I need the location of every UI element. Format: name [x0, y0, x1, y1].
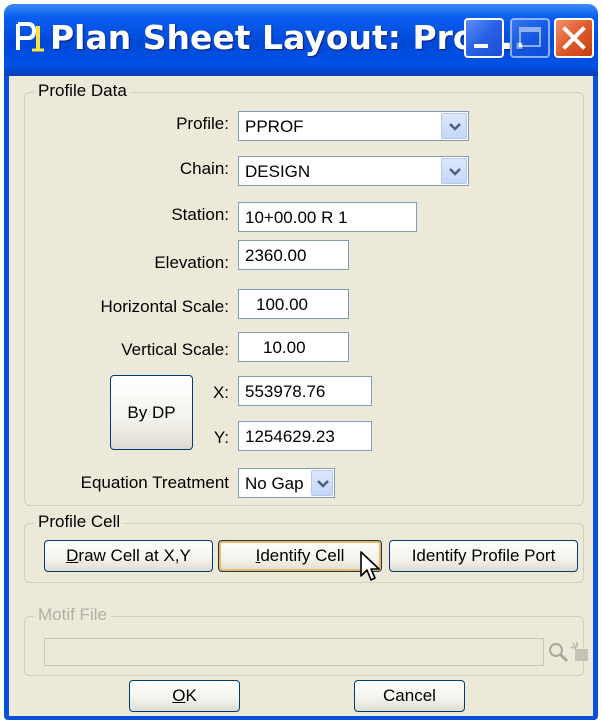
- mouse-pointer-icon: [360, 551, 380, 581]
- dialog-body: Profile Data Profile: PPROF Chain: DESIG…: [9, 76, 593, 716]
- horizontal-scale-field[interactable]: 100.00: [238, 289, 349, 319]
- ok-label: K: [185, 686, 197, 705]
- draw-cell-label: raw Cell at X,Y: [78, 546, 191, 565]
- x-coordinate-value: 553978.76: [245, 382, 326, 401]
- y-coordinate-value: 1254629.23: [245, 427, 335, 446]
- draw-cell-button[interactable]: Draw Cell at X,Y: [44, 540, 213, 572]
- by-dp-button[interactable]: By DP: [110, 375, 193, 450]
- chevron-down-icon: [317, 480, 329, 488]
- chain-label: Chain:: [179, 159, 229, 178]
- x-coordinate-field[interactable]: 553978.76: [238, 376, 372, 406]
- profile-cell-legend: Profile Cell: [34, 512, 125, 532]
- chevron-down-icon: [449, 168, 461, 176]
- profile-dropdown-button[interactable]: [441, 113, 467, 139]
- chain-dropdown-button[interactable]: [441, 158, 467, 184]
- cancel-button[interactable]: Cancel: [354, 680, 465, 712]
- profile-data-legend: Profile Data: [34, 81, 131, 101]
- y-label: Y:: [213, 428, 229, 447]
- horizontal-scale-value: 100.00: [256, 295, 308, 314]
- title-bar[interactable]: Plan Sheet Layout: Prof...: [4, 4, 598, 76]
- motif-file-legend: Motif File: [34, 605, 111, 625]
- profile-select[interactable]: PPROF: [238, 111, 469, 141]
- equation-treatment-label: Equation Treatment: [80, 473, 229, 492]
- equation-treatment-value: No Gap: [245, 474, 304, 493]
- equation-treatment-dropdown-button[interactable]: [311, 470, 333, 496]
- profile-label: Profile:: [176, 114, 229, 133]
- horizontal-scale-label: Horizontal Scale:: [100, 297, 229, 316]
- vertical-scale-value: 10.00: [263, 338, 306, 357]
- elevation-value: 2360.00: [245, 246, 307, 265]
- app-icon: [16, 22, 44, 52]
- magnifier-icon[interactable]: [547, 641, 569, 663]
- chevron-down-icon: [449, 123, 461, 131]
- station-label: Station:: [171, 205, 229, 224]
- maximize-button[interactable]: [510, 18, 550, 58]
- elevation-label: Elevation:: [154, 253, 229, 272]
- motif-file-field[interactable]: [44, 638, 544, 666]
- station-field[interactable]: 10+00.00 R 1: [238, 202, 417, 232]
- vertical-scale-field[interactable]: 10.00: [238, 332, 349, 362]
- x-label: X:: [212, 383, 229, 402]
- chain-select[interactable]: DESIGN: [238, 156, 469, 186]
- close-button[interactable]: [554, 18, 594, 58]
- ok-mnemonic: O: [172, 686, 186, 705]
- y-coordinate-field[interactable]: 1254629.23: [238, 421, 372, 451]
- maximize-icon: [519, 27, 541, 47]
- window-title: Plan Sheet Layout: Prof...: [50, 18, 526, 57]
- identify-cell-button[interactable]: Identify Cell: [218, 540, 382, 572]
- profile-value: PPROF: [245, 117, 304, 136]
- ok-button[interactable]: OK: [129, 680, 240, 712]
- minimize-button[interactable]: [464, 18, 504, 58]
- elevation-field[interactable]: 2360.00: [238, 240, 349, 270]
- vertical-scale-label: Vertical Scale:: [121, 340, 229, 359]
- chain-value: DESIGN: [245, 162, 311, 181]
- station-value: 10+00.00 R 1: [245, 208, 348, 227]
- identify-profile-port-button[interactable]: Identify Profile Port: [389, 540, 578, 572]
- dialog-window: Plan Sheet Layout: Prof... Profile Data …: [4, 4, 598, 720]
- identify-cell-label: dentify Cell: [260, 546, 345, 565]
- new-file-icon[interactable]: [569, 641, 591, 663]
- close-icon: [562, 26, 586, 50]
- minimize-icon: [474, 44, 488, 48]
- draw-cell-mnemonic: D: [66, 546, 79, 565]
- equation-treatment-select[interactable]: No Gap: [238, 468, 335, 498]
